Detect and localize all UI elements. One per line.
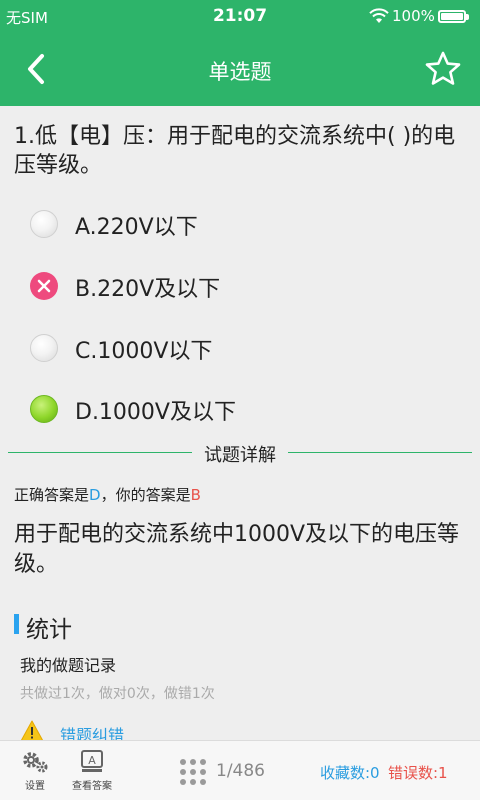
option-a[interactable]: A.220V以下 [30, 204, 450, 244]
wifi-icon [369, 8, 389, 23]
option-c[interactable]: C.1000V以下 [30, 328, 450, 368]
bottom-toolbar: 设置 A 查看答案 1/486 收藏数:0 错误数:1 [0, 740, 480, 800]
svg-text:A: A [88, 754, 96, 767]
your-answer-prefix: ，你的答案是 [100, 486, 191, 504]
correct-answer-value: D [89, 486, 101, 504]
question-text: 1.低【电】压：用于配电的交流系统中( )的电压等级。 [14, 124, 456, 178]
answer-summary: 正确答案是D，你的答案是B [14, 484, 201, 505]
stats-title: 统计 [26, 617, 72, 643]
battery-icon [438, 10, 469, 23]
view-answer-label: 查看答案 [72, 781, 112, 792]
record-detail: 共做过1次，做对0次，做错1次 [20, 686, 215, 702]
option-label: A.220V以下 [75, 215, 198, 240]
answer-sheet-icon: A [81, 750, 103, 772]
wrong-mark-icon [30, 272, 58, 300]
battery-percent: 100% [392, 7, 435, 25]
correct-mark-icon [30, 395, 58, 423]
app-header: 单选题 [0, 32, 480, 106]
radio-unselected-icon [30, 210, 58, 238]
gear-icon [23, 752, 48, 773]
your-answer-value: B [190, 486, 201, 504]
errors-count: 错误数:1 [388, 764, 448, 782]
settings-button[interactable]: 设置 [16, 749, 54, 792]
radio-unselected-icon [30, 334, 58, 362]
favorites-count: 收藏数:0 [320, 764, 380, 782]
warning-icon [20, 720, 44, 742]
correct-answer-prefix: 正确答案是 [14, 486, 90, 504]
option-b[interactable]: B.220V及以下 [30, 266, 450, 306]
grid-dots-icon [180, 759, 206, 785]
view-answer-button[interactable]: A 查看答案 [66, 749, 118, 792]
explanation-section-title: 试题详解 [192, 445, 288, 466]
status-bar: 无SIM 21:07 100% [0, 0, 480, 32]
record-title: 我的做题记录 [20, 656, 117, 675]
option-label: B.220V及以下 [75, 277, 221, 302]
settings-label: 设置 [25, 781, 45, 792]
star-outline-icon[interactable] [424, 50, 462, 88]
progress-counter: 1/486 [216, 761, 265, 781]
section-accent-bar [14, 614, 19, 634]
option-d[interactable]: D.1000V及以下 [30, 389, 450, 429]
option-label: D.1000V及以下 [75, 400, 236, 425]
page-title: 单选题 [208, 60, 272, 84]
explanation-text: 用于配电的交流系统中1000V及以下的电压等级。 [14, 522, 460, 577]
option-label: C.1000V以下 [75, 339, 213, 364]
